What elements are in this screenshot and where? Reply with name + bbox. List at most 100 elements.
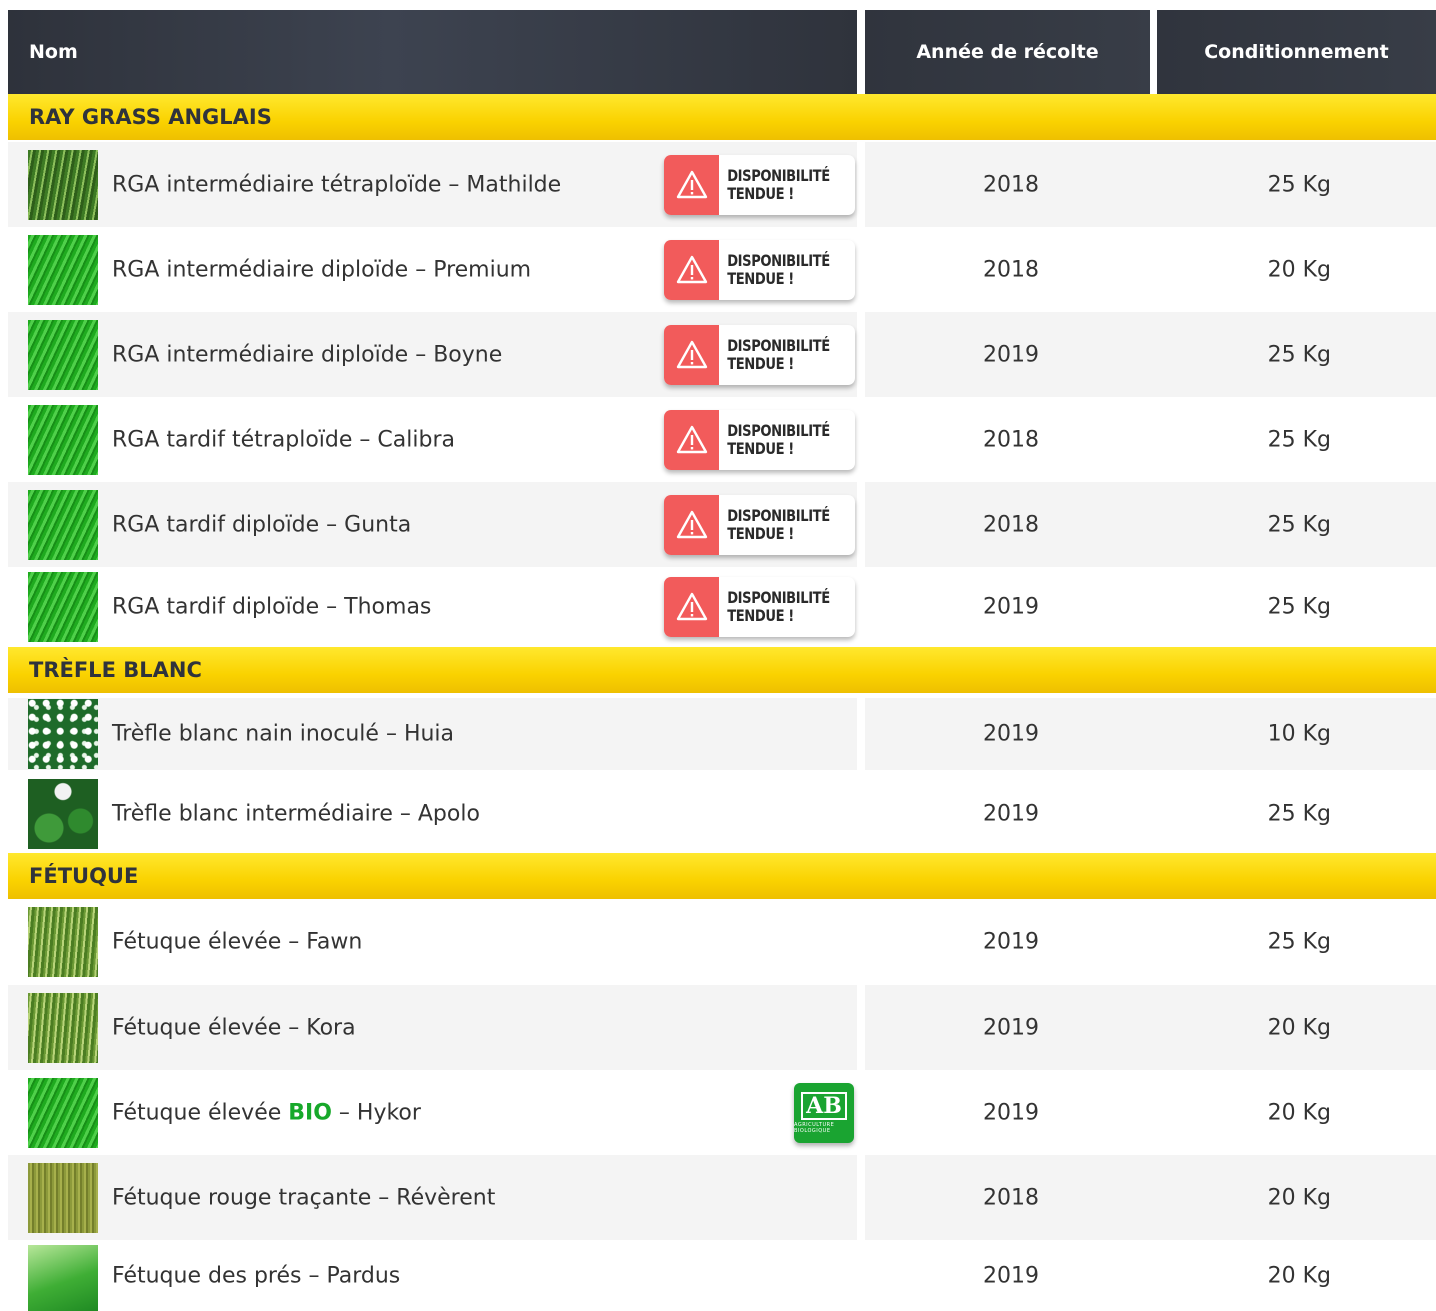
packaging: 20 Kg [1267,257,1331,282]
product-name: Fétuque élevée – Kora [112,1015,356,1040]
table-row[interactable]: RGA intermédiaire diploïde – Boyne DISPO… [8,312,1436,397]
year-cell: 2019 [865,899,1157,985]
harvest-year: 2019 [983,929,1039,955]
olive-grass-icon [28,1162,98,1233]
agriculture-biologique-logo: AB AGRICULTURE BIOLOGIQUE [794,1082,854,1143]
pack-cell: 25 Kg [1157,567,1436,647]
clover-field-icon [28,699,98,769]
name-cell: RGA intermédiaire diploïde – Premium DIS… [8,227,857,312]
product-name: RGA intermédiaire tétraploïde – Mathilde [112,172,562,197]
availability-badge: DISPONIBILITÉ TENDUE ! [664,494,855,555]
packaging: 20 Kg [1267,1100,1331,1125]
name-cell: RGA intermédiaire tétraploïde – Mathilde… [8,142,857,227]
clover-flower-icon [28,779,98,849]
packaging: 20 Kg [1267,1015,1331,1040]
name-cell: RGA intermédiaire diploïde – Boyne DISPO… [8,312,857,397]
table-row[interactable]: RGA tardif diploïde – Gunta DISPONIBILIT… [8,482,1436,567]
table-row[interactable]: Fétuque élevée BIO – Hykor AB AGRICULTUR… [8,1070,1436,1155]
year-cell: 2018 [865,142,1157,227]
grass-icon [28,404,98,475]
column-header-cond-label: Conditionnement [1204,41,1389,63]
product-name: Fétuque des prés – Pardus [112,1263,401,1288]
warning-icon [664,494,719,555]
badge-line1: DISPONIBILITÉ [727,335,830,355]
badge-line1: DISPONIBILITÉ [727,505,830,525]
table-row[interactable]: RGA tardif diploïde – Thomas DISPONIBILI… [8,567,1436,647]
pack-cell: 20 Kg [1157,1155,1436,1240]
pack-cell: 20 Kg [1157,1070,1436,1155]
product-name: Trèfle blanc intermédiaire – Apolo [112,801,480,827]
availability-badge: DISPONIBILITÉ TENDUE ! [664,154,855,215]
pack-cell: 25 Kg [1157,899,1436,985]
fescue-icon [28,992,98,1063]
harvest-year: 2019 [983,1015,1039,1040]
grass-icon [28,319,98,390]
year-cell: 2019 [865,1070,1157,1155]
section-title: TRÈFLE BLANC [29,658,202,682]
bio-label: BIO [288,1100,332,1125]
harvest-year: 2018 [983,427,1039,452]
year-cell: 2018 [865,397,1157,482]
warning-icon [664,409,719,470]
table-row[interactable]: RGA tardif tétraploïde – Calibra DISPONI… [8,397,1436,482]
year-cell: 2018 [865,1155,1157,1240]
pack-cell: 20 Kg [1157,1240,1436,1311]
product-name: RGA tardif diploïde – Gunta [112,512,412,537]
packaging: 25 Kg [1267,172,1331,197]
packaging: 20 Kg [1267,1263,1331,1288]
table-row[interactable]: RGA intermédiaire tétraploïde – Mathilde… [8,142,1436,227]
packaging: 25 Kg [1267,342,1331,367]
table-row[interactable]: Trèfle blanc nain inoculé – Huia 2019 10… [8,698,1436,770]
warning-icon [664,324,719,385]
warning-icon [664,154,719,215]
table-row[interactable]: Fétuque élevée – Fawn 2019 25 Kg [8,899,1436,985]
grass-icon [28,234,98,305]
ab-logo-mark: AB [801,1091,847,1120]
column-header-annee-label: Année de récolte [916,41,1099,63]
table-row[interactable]: Trèfle blanc intermédiaire – Apolo 2019 … [8,775,1436,853]
harvest-year: 2019 [983,1100,1039,1125]
badge-line1: DISPONIBILITÉ [727,165,830,185]
product-name: Fétuque élevée – Fawn [112,929,363,955]
table-row[interactable]: Fétuque élevée – Kora 2019 20 Kg [8,985,1436,1070]
name-cell: Fétuque élevée – Kora [8,985,857,1070]
availability-badge: DISPONIBILITÉ TENDUE ! [664,324,855,385]
section-title: RAY GRASS ANGLAIS [29,105,272,129]
section-header-trefle-blanc: TRÈFLE BLANC [8,647,1436,693]
ab-logo-caption: AGRICULTURE BIOLOGIQUE [794,1121,835,1134]
harvest-year: 2018 [983,512,1039,537]
product-name: RGA tardif tétraploïde – Calibra [112,427,455,452]
availability-badge: DISPONIBILITÉ TENDUE ! [664,409,855,470]
year-cell: 2019 [865,775,1157,853]
packaging: 25 Kg [1267,427,1331,452]
grass-icon [28,489,98,560]
fescue-icon [28,907,98,977]
badge-line2: TENDUE ! [727,353,794,373]
product-name: RGA intermédiaire diploïde – Premium [112,257,532,282]
badge-line2: TENDUE ! [727,438,794,458]
name-prefix: Fétuque élevée [112,1100,289,1125]
name-cell: Fétuque des prés – Pardus [8,1240,857,1311]
badge-line2: TENDUE ! [727,523,794,543]
packaging: 25 Kg [1267,801,1331,827]
badge-line2: TENDUE ! [727,268,794,288]
packaging: 10 Kg [1267,721,1331,747]
pack-cell: 25 Kg [1157,775,1436,853]
pack-cell: 25 Kg [1157,142,1436,227]
table-row[interactable]: RGA intermédiaire diploïde – Premium DIS… [8,227,1436,312]
name-suffix: – Hykor [331,1100,421,1125]
table-row[interactable]: Fétuque des prés – Pardus 2019 20 Kg [8,1240,1436,1311]
packaging: 25 Kg [1267,512,1331,537]
name-cell: RGA tardif tétraploïde – Calibra DISPONI… [8,397,857,482]
pack-cell: 25 Kg [1157,482,1436,567]
pack-cell: 10 Kg [1157,698,1436,770]
packaging: 25 Kg [1267,929,1331,955]
grass-icon [28,572,98,642]
year-cell: 2019 [865,985,1157,1070]
year-cell: 2019 [865,312,1157,397]
table-row[interactable]: Fétuque rouge traçante – Révèrent 2018 2… [8,1155,1436,1240]
name-cell: RGA tardif diploïde – Gunta DISPONIBILIT… [8,482,857,567]
harvest-year: 2019 [983,342,1039,367]
warning-icon [664,577,719,637]
name-cell: Trèfle blanc nain inoculé – Huia [8,698,857,770]
